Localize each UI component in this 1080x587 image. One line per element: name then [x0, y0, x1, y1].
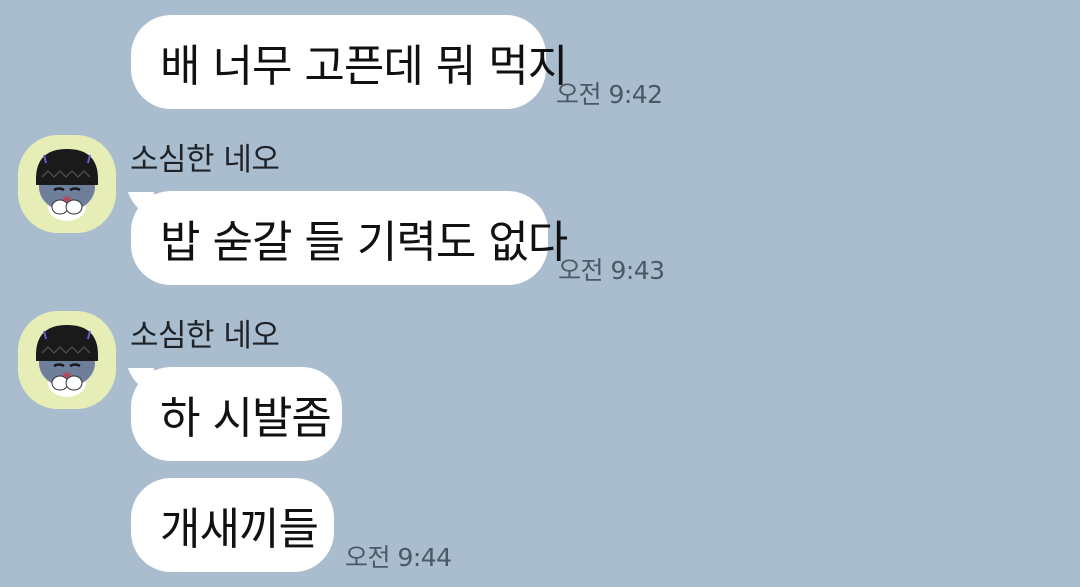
message-timestamp: 오전 9:42 — [556, 80, 663, 109]
message-text: 배 너무 고픈데 뭐 먹지 — [160, 41, 568, 92]
message-text: 개새끼들 — [160, 504, 319, 555]
message-text: 하 시발좀 — [160, 393, 332, 444]
sender-name: 소심한 네오 — [130, 142, 280, 178]
message-bubble[interactable]: 개새끼들 — [131, 478, 334, 572]
neo-character-avatar-icon — [18, 311, 116, 409]
sender-avatar[interactable] — [18, 311, 116, 409]
message-text: 밥 숟갈 들 기력도 없다 — [160, 217, 568, 268]
neo-character-avatar-icon — [18, 135, 116, 233]
sender-name: 소심한 네오 — [130, 318, 280, 354]
sender-avatar[interactable] — [18, 135, 116, 233]
message-bubble[interactable]: 밥 숟갈 들 기력도 없다 — [131, 191, 568, 285]
message-bubble[interactable]: 배 너무 고픈데 뭐 먹지 — [131, 15, 568, 109]
message-timestamp: 오전 9:43 — [558, 256, 665, 285]
message-bubble[interactable]: 하 시발좀 — [131, 367, 342, 461]
message-timestamp: 오전 9:44 — [345, 543, 452, 572]
